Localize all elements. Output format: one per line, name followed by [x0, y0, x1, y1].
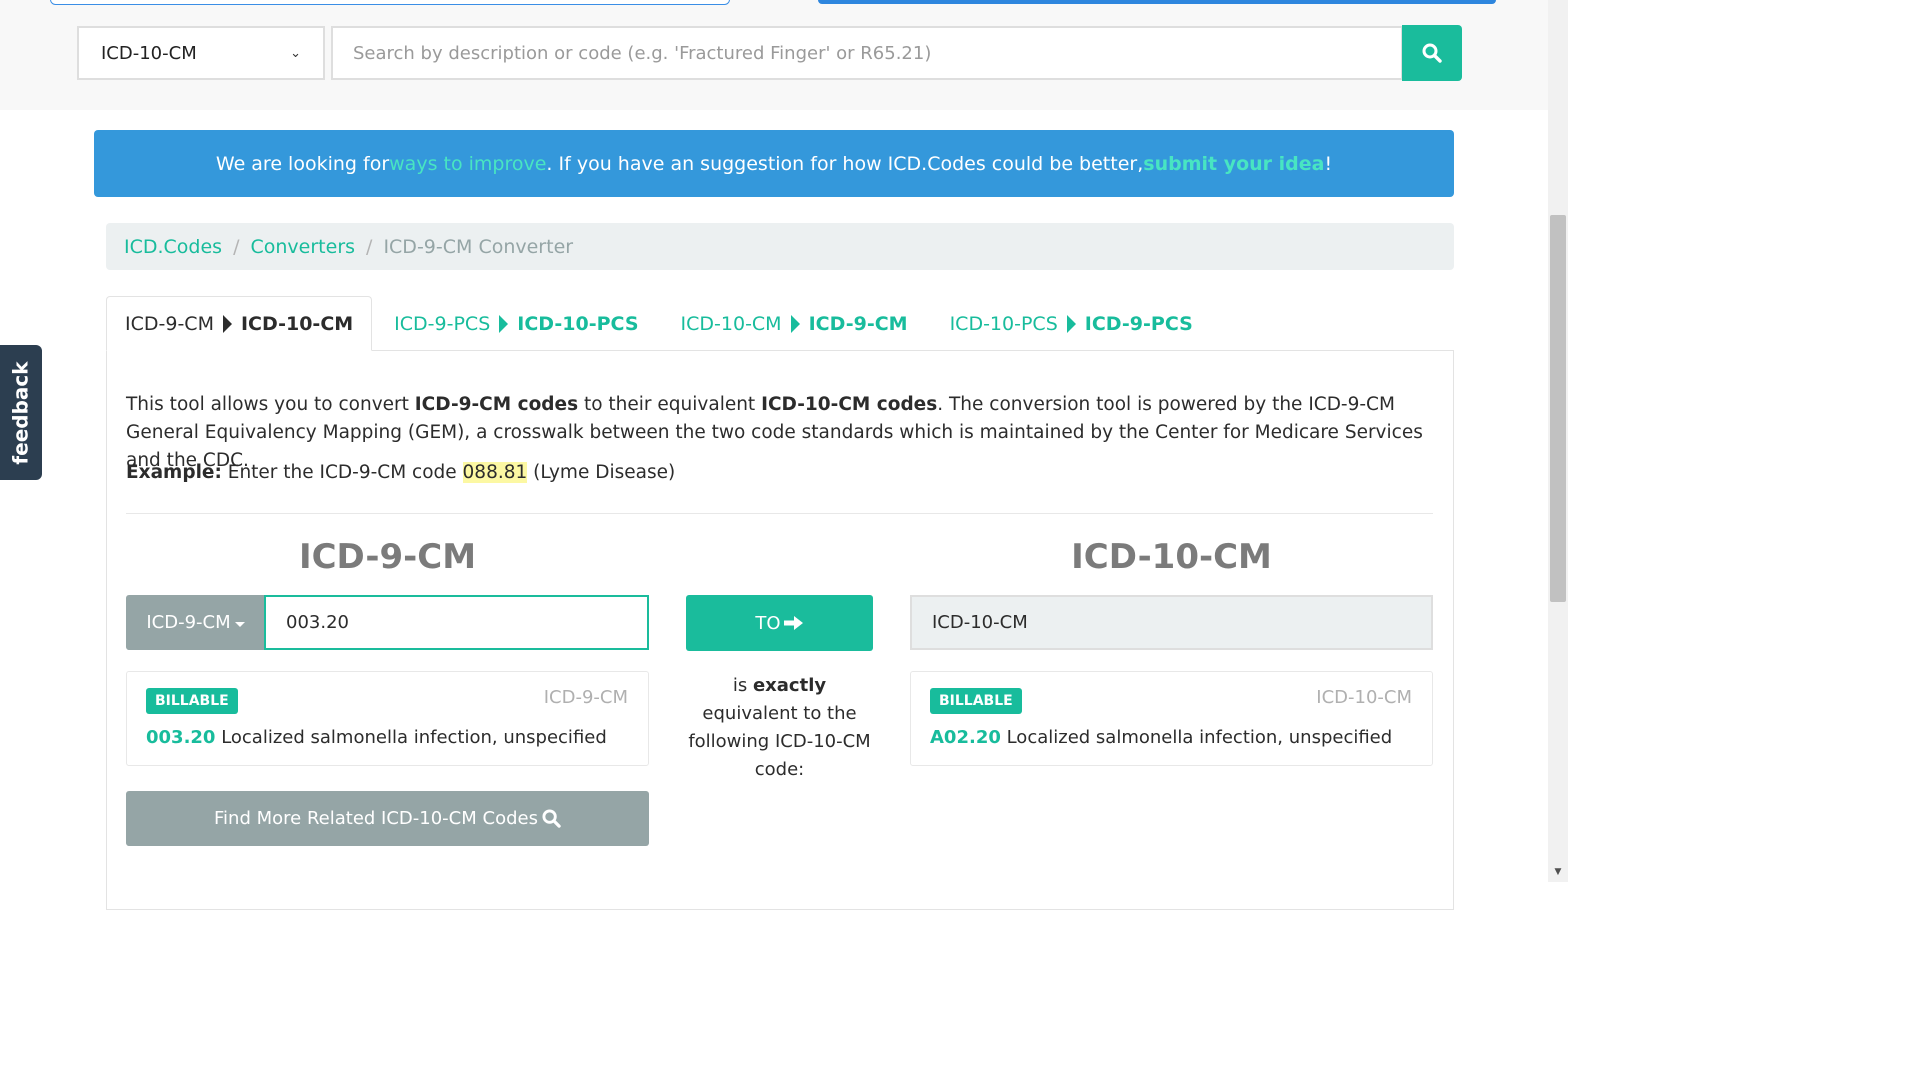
source-system-dropdown[interactable]: ICD-9-CM: [126, 595, 265, 650]
result-description: Localized salmonella infection, unspecif…: [215, 727, 607, 748]
source-heading: ICD-9-CM: [298, 537, 477, 577]
converter-tabs: ICD-9-CM ICD-10-CM ICD-9-PCS ICD-10-PCS …: [106, 296, 1215, 351]
breadcrumb-separator: /: [366, 235, 373, 258]
example-label: Example:: [126, 462, 222, 483]
tab-to-label: ICD-10-CM: [240, 312, 354, 335]
result-line: 003.20 Localized salmonella infection, u…: [146, 727, 607, 748]
tab-icd9pcs-to-icd10pcs[interactable]: ICD-9-PCS ICD-10-PCS: [374, 296, 658, 351]
source-result-card: BILLABLE ICD-9-CM 003.20 Localized salmo…: [126, 671, 649, 766]
tab-from-label: ICD-9-CM: [125, 312, 214, 335]
example-line: Example: Enter the ICD-9-CM code 088.81 …: [126, 459, 675, 487]
tab-icd10cm-to-icd9cm[interactable]: ICD-10-CM ICD-9-CM: [661, 296, 928, 351]
banner-text-post: !: [1324, 152, 1333, 175]
tab-icd9cm-to-icd10cm[interactable]: ICD-9-CM ICD-10-CM: [106, 296, 373, 351]
tab-to-label: ICD-9-CM: [808, 312, 908, 335]
description-text: This tool allows you to convert: [126, 394, 415, 415]
search-button[interactable]: [1402, 25, 1462, 81]
banner-text-mid: . If you have an suggestion for how ICD.…: [546, 152, 1144, 175]
description-bold: ICD-9-CM codes: [414, 394, 579, 415]
result-description: Localized salmonella infection, unspecif…: [1000, 727, 1393, 748]
target-heading: ICD-10-CM: [1071, 537, 1272, 577]
nav-button-remnant: [818, 0, 1496, 4]
triangle-right-icon: [499, 314, 509, 333]
breadcrumb-current: ICD-9-CM Converter: [383, 235, 574, 258]
triangle-right-icon: [1066, 314, 1076, 333]
divider: [126, 513, 1433, 514]
breadcrumb-separator: /: [233, 235, 240, 258]
search-icon: [1422, 43, 1442, 63]
billable-badge: BILLABLE: [930, 688, 1022, 714]
result-code-link[interactable]: A02.20: [930, 727, 1001, 748]
equivalence-pre: is: [732, 675, 753, 696]
tab-to-label: ICD-10-PCS: [517, 312, 639, 335]
description-text: to their equivalent: [578, 394, 762, 415]
card-system-label: ICD-9-CM: [543, 687, 628, 708]
card-system-label: ICD-10-CM: [1316, 687, 1412, 708]
find-related-codes-button[interactable]: Find More Related ICD-10-CM Codes: [126, 791, 649, 846]
target-system-field: ICD-10-CM: [910, 595, 1433, 650]
tab-icd10pcs-to-icd9pcs[interactable]: ICD-10-PCS ICD-9-PCS: [930, 296, 1213, 351]
example-text: (Lyme Disease): [527, 462, 676, 483]
example-code: 088.81: [462, 462, 528, 483]
breadcrumb-converters[interactable]: Converters: [251, 236, 356, 258]
breadcrumb-home[interactable]: ICD.Codes: [124, 236, 222, 258]
equivalence-post: equivalent to the following ICD-10-CM co…: [688, 703, 871, 780]
triangle-right-icon: [222, 314, 232, 333]
feedback-tab[interactable]: feedback: [0, 345, 42, 480]
result-code-link[interactable]: 003.20: [146, 727, 215, 748]
equivalence-bold: exactly: [752, 675, 827, 696]
search-icon: [542, 809, 561, 828]
example-text: Enter the ICD-9-CM code: [221, 462, 463, 483]
banner-text-pre: We are looking for: [215, 152, 390, 175]
feedback-label: feedback: [9, 360, 33, 465]
scrollbar-thumb[interactable]: [1550, 215, 1566, 602]
breadcrumb: ICD.Codes / Converters / ICD-9-CM Conver…: [106, 223, 1454, 270]
ways-to-improve-link[interactable]: ways to improve: [389, 153, 546, 175]
target-system-label: ICD-10-CM: [932, 612, 1028, 633]
convert-to-button[interactable]: TO: [686, 595, 873, 651]
tab-to-label: ICD-9-PCS: [1084, 312, 1193, 335]
equivalence-text: is exactly equivalent to the following I…: [686, 672, 873, 784]
chevron-down-icon: ⌄: [290, 45, 301, 61]
search-input[interactable]: [331, 26, 1403, 80]
scroll-down-arrow-icon[interactable]: ▼: [1548, 862, 1568, 882]
source-system-label: ICD-9-CM: [146, 612, 231, 633]
caret-down-icon: [234, 621, 245, 627]
result-line: A02.20 Localized salmonella infection, u…: [930, 727, 1392, 748]
triangle-right-icon: [790, 314, 800, 333]
arrow-right-icon: [783, 615, 804, 631]
find-related-label: Find More Related ICD-10-CM Codes: [214, 808, 538, 829]
tab-from-label: ICD-10-PCS: [949, 312, 1058, 335]
target-result-card: BILLABLE ICD-10-CM A02.20 Localized salm…: [910, 671, 1433, 766]
submit-idea-link[interactable]: submit your idea: [1143, 153, 1324, 175]
billable-badge: BILLABLE: [146, 688, 238, 714]
source-code-input[interactable]: [264, 595, 649, 650]
code-system-select-value: ICD-10-CM: [101, 42, 197, 64]
code-system-select[interactable]: ICD-10-CM ⌄: [77, 26, 325, 80]
nav-input-remnant: [50, 0, 730, 5]
to-label: TO: [755, 612, 781, 634]
description-bold: ICD-10-CM codes: [761, 394, 938, 415]
tab-from-label: ICD-10-CM: [680, 312, 782, 335]
improvement-banner: We are looking for ways to improve . If …: [94, 130, 1454, 197]
tab-from-label: ICD-9-PCS: [394, 312, 491, 335]
